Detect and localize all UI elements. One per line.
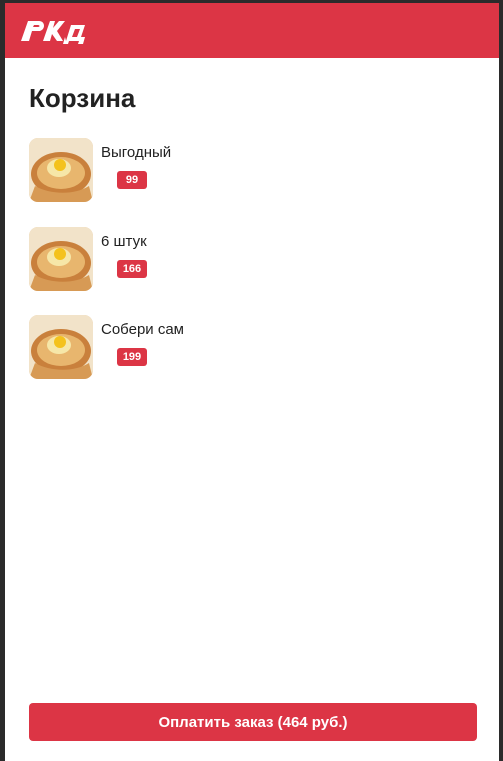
item-name: 6 штук <box>101 233 147 250</box>
page-title: Корзина <box>29 83 136 113</box>
khachapuri-image <box>29 138 93 202</box>
cart-item[interactable]: Выгодный 99 <box>29 138 469 204</box>
price-badge: 166 <box>117 260 147 278</box>
pay-order-button[interactable]: Оплатить заказ (464 руб.) <box>29 703 477 741</box>
item-name: Выгодный <box>101 144 172 161</box>
item-name: Собери сам <box>101 321 184 338</box>
cart-item[interactable]: Собери сам 199 <box>29 315 469 381</box>
khachapuri-image <box>29 315 93 379</box>
khachapuri-image <box>29 227 93 291</box>
cart-item[interactable]: 6 штук 166 <box>29 227 469 293</box>
header-bar <box>5 3 499 58</box>
price-badge: 99 <box>117 171 147 189</box>
rzd-logo-icon[interactable] <box>19 15 91 45</box>
app-window: Корзина Выгодный 99 6 штук 166 Собери са… <box>5 3 499 761</box>
price-badge: 199 <box>117 348 147 366</box>
